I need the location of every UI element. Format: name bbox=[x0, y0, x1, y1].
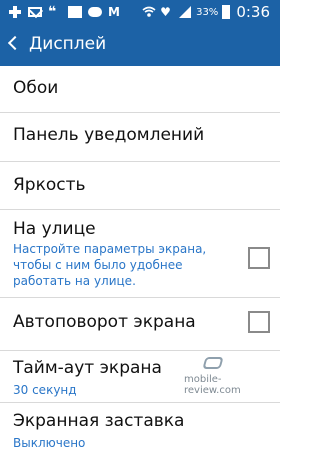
watermark-logo-icon bbox=[202, 357, 224, 369]
system-icons: ♥ 33% 0:36 bbox=[142, 2, 270, 22]
auto-rotate-checkbox[interactable] bbox=[248, 311, 270, 333]
item-title: Тайм-аут экрана bbox=[13, 358, 162, 378]
list-item-wallpaper[interactable]: Обои bbox=[0, 66, 280, 113]
item-title: Автоповорот экрана bbox=[13, 312, 196, 332]
item-title: Обои bbox=[13, 78, 59, 98]
item-subtitle: Настройте параметры экрана, чтобы с ним … bbox=[13, 242, 207, 288]
m-icon: M bbox=[108, 5, 120, 19]
page-title[interactable]: Дисплей bbox=[29, 34, 106, 54]
battery-icon bbox=[222, 5, 231, 19]
photo-icon bbox=[68, 6, 82, 18]
signal-icon bbox=[179, 6, 192, 18]
app-bar: Дисплей bbox=[0, 24, 280, 66]
back-icon[interactable] bbox=[7, 35, 23, 51]
cloud-icon bbox=[88, 7, 102, 17]
list-item-screen-saver[interactable]: Экранная заставка Выключено bbox=[0, 403, 280, 467]
list-item-auto-rotate[interactable]: Автоповорот экрана bbox=[0, 298, 280, 351]
item-title: Яркость bbox=[13, 175, 86, 195]
item-title: Панель уведомлений bbox=[13, 125, 205, 145]
battery-percent: 33% bbox=[196, 6, 219, 18]
outdoor-mode-checkbox[interactable] bbox=[248, 247, 270, 269]
heart-icon: ♥ bbox=[160, 5, 171, 19]
item-subtitle: 30 секунд bbox=[13, 383, 77, 397]
item-title: Экранная заставка bbox=[13, 411, 185, 431]
item-title: На улице bbox=[13, 219, 96, 239]
plus-icon bbox=[8, 5, 22, 19]
list-item-notification-panel[interactable]: Панель уведомлений bbox=[0, 113, 280, 162]
quote-icon: ❝ bbox=[48, 4, 57, 20]
list-item-outdoor-mode[interactable]: На улице Настройте параметры экрана, что… bbox=[0, 210, 280, 298]
status-bar: ❝ M ♥ 33% 0:36 bbox=[0, 0, 280, 24]
list-item-brightness[interactable]: Яркость bbox=[0, 162, 280, 210]
watermark: mobile-review.com bbox=[184, 357, 264, 396]
mail-icon bbox=[28, 7, 42, 17]
notification-icons: ❝ M bbox=[8, 4, 122, 20]
item-subtitle: Выключено bbox=[13, 436, 86, 450]
wifi-icon bbox=[142, 6, 156, 17]
clock: 0:36 bbox=[236, 3, 270, 21]
watermark-text: mobile-review.com bbox=[184, 374, 241, 396]
